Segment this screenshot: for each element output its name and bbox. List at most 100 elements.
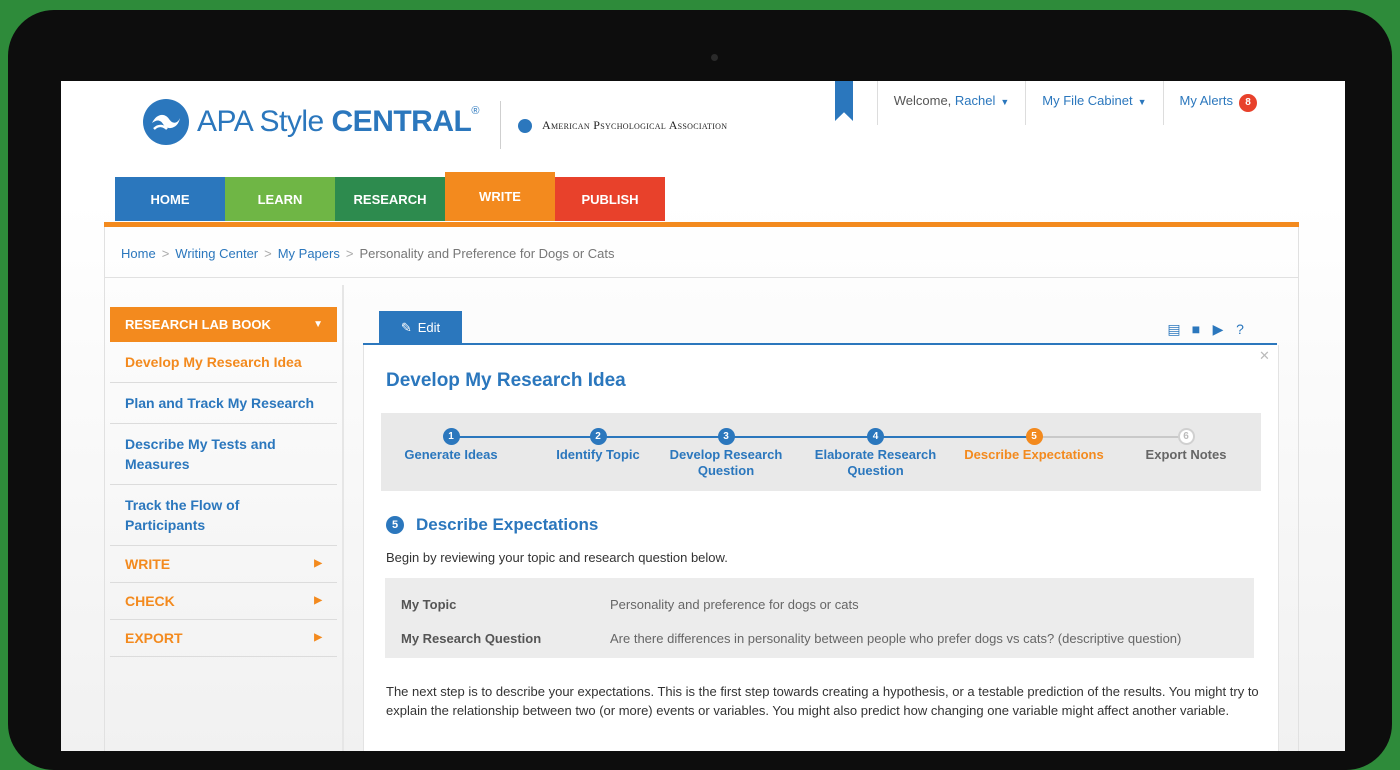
breadcrumb-home[interactable]: Home — [121, 246, 156, 261]
step-label: Export Notes — [1145, 447, 1227, 462]
breadcrumb-writing-center[interactable]: Writing Center — [175, 246, 258, 261]
camera — [711, 54, 718, 61]
section-title: Describe Expectations — [416, 515, 599, 534]
sidebar-section-write[interactable]: WRITE ▶ — [110, 546, 337, 583]
edit-tab-label: Edit — [417, 320, 441, 335]
step-label: Elaborate Research Question — [814, 447, 937, 478]
sidebar-item-develop-research-idea[interactable]: Develop My Research Idea — [110, 342, 337, 383]
breadcrumb-my-papers[interactable]: My Papers — [278, 246, 340, 261]
step-number: 3 — [717, 428, 735, 445]
breadcrumb-divider — [104, 277, 1299, 278]
breadcrumb-separator: > — [345, 246, 354, 261]
sidebar-item-plan-track-research[interactable]: Plan and Track My Research — [110, 383, 337, 424]
nav-tab-write[interactable]: WRITE — [445, 172, 555, 221]
question-label: My Research Question — [401, 631, 542, 646]
bookmark-icon[interactable] — [835, 81, 853, 121]
top-utility-nav: Welcome, Rachel ▼ My File Cabinet ▼ My Ale… — [876, 81, 1273, 125]
content-title: Develop My Research Idea — [386, 370, 626, 391]
sidebar-section-check[interactable]: CHECK ▶ — [110, 583, 337, 620]
main-nav: HOME LEARN RESEARCH WRITE PUBLISH — [115, 172, 665, 221]
alerts-menu[interactable]: My Alerts 8 — [1162, 81, 1273, 125]
progress-stepper: 1 Generate Ideas 2 Identify Topic 3 Develop… — [381, 413, 1261, 491]
sidebar: RESEARCH LAB BOOK ▼ Develop My Research I… — [110, 307, 337, 657]
app-screen: APA Style CENTRAL® American Psychologica… — [61, 81, 1345, 751]
step-number: 4 — [867, 428, 884, 445]
alerts-count-badge: 8 — [1239, 94, 1257, 112]
sidebar-section-label: WRITE — [125, 556, 171, 572]
step-label: Identify Topic — [556, 447, 640, 462]
breadcrumb-separator: > — [161, 246, 170, 261]
notebook-icon[interactable]: ▤ — [1166, 321, 1182, 337]
breadcrumb: Home > Writing Center > My Papers > Personalit… — [121, 246, 615, 261]
step-number: 5 — [1025, 428, 1043, 445]
apa-association-logo[interactable]: American Psychological Association — [518, 118, 727, 133]
registered-mark: ® — [471, 105, 479, 117]
step-export-notes[interactable]: 6 Export Notes — [1106, 428, 1266, 463]
topic-row: My Topic Personality and preference for d… — [401, 597, 859, 612]
panel-border-left — [104, 227, 105, 751]
sidebar-header-research-lab-book[interactable]: RESEARCH LAB BOOK ▼ — [110, 307, 337, 342]
user-name: Rachel — [954, 93, 996, 108]
chevron-right-icon: ▶ — [314, 595, 322, 606]
file-cabinet-menu[interactable]: My File Cabinet ▼ — [1025, 81, 1162, 125]
topic-label: My Topic — [401, 597, 457, 612]
welcome-user-menu[interactable]: Welcome, Rachel ▼ — [876, 81, 1026, 125]
step-number: 1 — [442, 428, 460, 445]
content-toolbar: ▤ ■ ▶ ? — [1166, 321, 1248, 337]
topic-summary: My Topic Personality and preference for d… — [385, 578, 1254, 658]
section-number-badge: 5 — [386, 516, 404, 534]
content-top-border — [363, 343, 1277, 345]
sidebar-header-label: RESEARCH LAB BOOK — [125, 317, 271, 332]
edit-tab[interactable]: ✎ Edit — [379, 311, 462, 344]
step-number: 2 — [589, 428, 607, 445]
help-icon[interactable]: ? — [1232, 321, 1248, 337]
chevron-down-icon: ▼ — [313, 319, 323, 330]
apa-seal-icon — [518, 118, 532, 133]
apa-style-central-logo[interactable]: APA Style CENTRAL® — [143, 99, 479, 145]
sidebar-section-export[interactable]: EXPORT ▶ — [110, 620, 337, 657]
nav-tab-research[interactable]: RESEARCH — [335, 177, 445, 221]
topic-value: Personality and preference for dogs or c… — [610, 597, 859, 612]
active-section-bar — [104, 222, 1299, 227]
step-generate-ideas[interactable]: 1 Generate Ideas — [371, 428, 531, 463]
sidebar-scrollbar[interactable] — [342, 285, 344, 751]
comment-icon[interactable]: ■ — [1188, 321, 1204, 337]
nav-tab-publish[interactable]: PUBLISH — [555, 177, 665, 221]
video-icon[interactable]: ▶ — [1210, 321, 1226, 337]
breadcrumb-separator: > — [264, 246, 272, 261]
welcome-prefix: Welcome, — [893, 93, 955, 108]
step-develop-research-question[interactable]: 3 Develop Research Question — [666, 428, 786, 479]
association-name: American Psychological Association — [542, 118, 728, 132]
close-icon[interactable]: ✕ — [1259, 348, 1270, 364]
breadcrumb-current: Personality and Preference for Dogs or C… — [359, 246, 615, 261]
nav-tab-learn[interactable]: LEARN — [225, 177, 335, 221]
file-cabinet-label: My File Cabinet — [1042, 93, 1133, 108]
chevron-down-icon: ▼ — [1137, 97, 1147, 107]
question-row: My Research Question Are there difference… — [401, 631, 1181, 646]
sidebar-section-label: CHECK — [125, 593, 175, 609]
chevron-right-icon: ▶ — [314, 558, 322, 569]
logo-text: APA Style CENTRAL® — [197, 105, 479, 139]
sidebar-item-track-flow[interactable]: Track the Flow of Participants — [110, 485, 337, 546]
instructions-text: The next step is to describe your expect… — [386, 684, 1259, 718]
sidebar-item-describe-tests[interactable]: Describe My Tests and Measures — [110, 424, 337, 485]
step-describe-expectations[interactable]: 5 Describe Expectations — [954, 428, 1114, 463]
logo-name-light: APA Style — [197, 105, 332, 138]
chevron-down-icon: ▼ — [1000, 97, 1010, 107]
section-intro: Begin by reviewing your topic and resear… — [386, 550, 728, 565]
pencil-icon: ✎ — [400, 319, 412, 335]
step-identify-topic[interactable]: 2 Identify Topic — [518, 428, 678, 463]
step-elaborate-research-question[interactable]: 4 Elaborate Research Question — [813, 428, 938, 479]
alerts-label: My Alerts — [1179, 93, 1233, 108]
logo-mark-icon — [143, 99, 189, 145]
question-value: Are there differences in personality bet… — [610, 631, 1182, 646]
section-heading: 5 Describe Expectations — [386, 515, 598, 535]
sidebar-section-label: EXPORT — [125, 630, 183, 646]
chevron-right-icon: ▶ — [314, 632, 322, 643]
nav-tab-home[interactable]: HOME — [115, 177, 225, 221]
header-divider — [500, 101, 501, 149]
step-label: Develop Research Question — [669, 447, 783, 478]
step-label: Generate Ideas — [404, 447, 498, 462]
step-label: Describe Expectations — [964, 447, 1104, 462]
step-number: 6 — [1177, 428, 1195, 445]
